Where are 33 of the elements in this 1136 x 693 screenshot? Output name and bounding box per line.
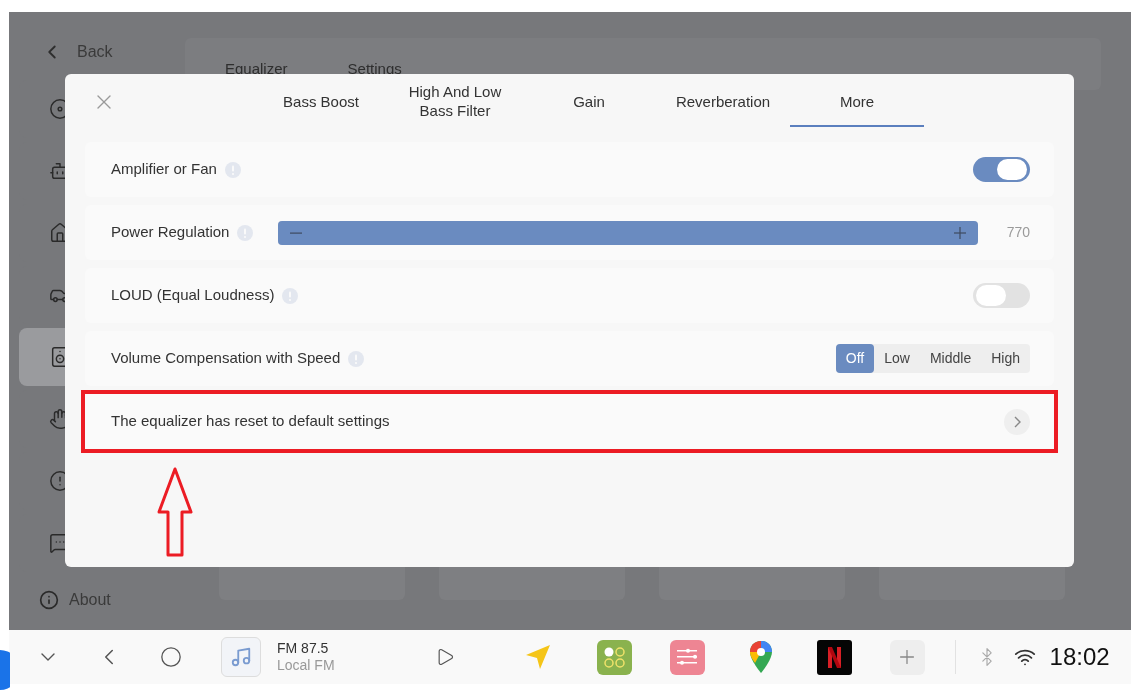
dialog-tab[interactable]: More bbox=[790, 77, 924, 127]
row-label: Power Regulation bbox=[111, 222, 230, 243]
assistant-bubble[interactable] bbox=[0, 650, 10, 690]
chevron-right-icon[interactable] bbox=[1004, 408, 1030, 435]
dialog-tab[interactable]: High And Low Bass Filter bbox=[388, 77, 522, 127]
row-label: LOUD (Equal Loudness) bbox=[111, 285, 275, 306]
segment-option[interactable]: Low bbox=[874, 344, 920, 373]
toggle-switch[interactable] bbox=[973, 283, 1030, 308]
row-label: The equalizer has reset to default settings bbox=[111, 411, 390, 432]
info-icon[interactable] bbox=[39, 590, 59, 610]
settings-row[interactable]: The equalizer has reset to default settings bbox=[81, 390, 1058, 453]
row-label: Amplifier or Fan bbox=[111, 159, 217, 180]
toggle-switch[interactable] bbox=[973, 157, 1030, 182]
home-circle-icon[interactable] bbox=[160, 646, 182, 668]
circles-app-icon[interactable] bbox=[596, 639, 632, 675]
segment-option[interactable]: High bbox=[981, 344, 1030, 373]
dialog-tab[interactable]: Gain bbox=[522, 77, 656, 127]
equalizer-app-icon[interactable] bbox=[669, 639, 705, 675]
add-app-button[interactable] bbox=[889, 639, 925, 675]
segment-option[interactable]: Middle bbox=[919, 344, 982, 373]
plus-icon[interactable] bbox=[954, 226, 966, 239]
music-tile[interactable] bbox=[221, 637, 261, 677]
slider-value: 770 bbox=[1005, 223, 1030, 242]
stripes-app-icon[interactable] bbox=[816, 639, 852, 675]
clock: 18:02 bbox=[1049, 642, 1110, 672]
dialog-tab[interactable]: Bass Boost bbox=[254, 77, 388, 127]
dialog-tab[interactable]: Reverberation bbox=[656, 77, 790, 127]
media-subtitle: Local FM bbox=[277, 657, 335, 674]
map-pin-icon[interactable] bbox=[748, 640, 773, 674]
slider-fill[interactable] bbox=[278, 220, 978, 245]
media-title: FM 87.5 bbox=[277, 640, 330, 657]
music-note-icon bbox=[230, 646, 252, 668]
row-label: Volume Compensation with Speed bbox=[111, 348, 341, 369]
